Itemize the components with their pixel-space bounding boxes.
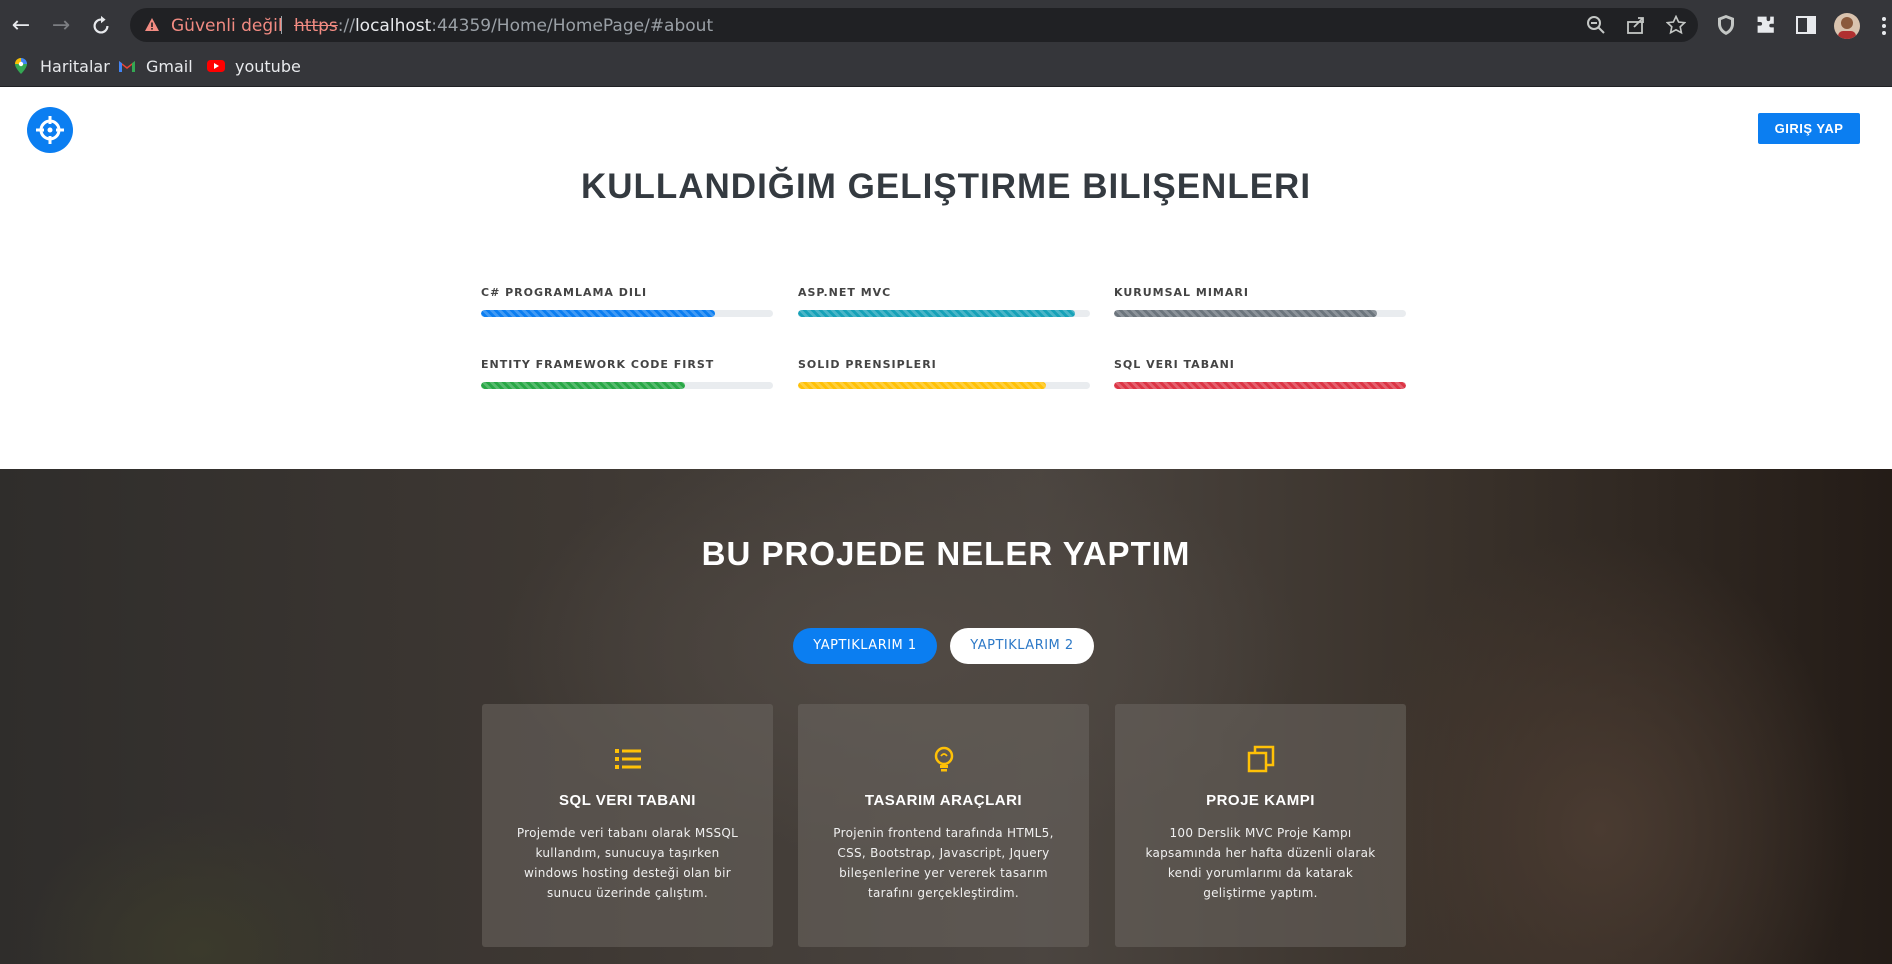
gmail-icon (119, 61, 135, 72)
project-card: TASARIM ARAÇLARI Projenin frontend taraf… (798, 704, 1089, 947)
list-icon (615, 749, 641, 769)
skill-label: C# PROGRAMLAMA DILI (481, 286, 648, 299)
bookmark-label: youtube (235, 56, 301, 76)
share-icon[interactable] (1626, 15, 1646, 35)
bookmark-haritalar[interactable]: Haritalar (12, 54, 110, 78)
skill-item: SOLID PRENSIPLERI (798, 358, 1090, 389)
bookmarks-bar: Haritalar Gmail youtube (0, 46, 1892, 86)
bookmark-label: Gmail (146, 56, 193, 76)
skill-progress-fill (1114, 310, 1377, 317)
reload-icon (93, 15, 109, 34)
skill-progress-fill (798, 310, 1076, 317)
filter-button-1[interactable]: YAPTIKLARIM 1 (793, 628, 937, 664)
crosshair-logo-icon (36, 116, 64, 144)
skill-label: ASP.NET MVC (798, 286, 892, 299)
url-separator: :// (337, 16, 355, 36)
url-host: localhost (354, 16, 432, 36)
shield-extension-icon[interactable] (1714, 13, 1738, 37)
address-bar[interactable]: Güvenli değil https://localhost:44359/Ho… (130, 8, 1698, 42)
security-label[interactable]: Güvenli değil (171, 16, 283, 36)
skill-label: KURUMSAL MIMARI (1114, 286, 1249, 299)
skills-title: KULLANDIĞIM GELIŞTIRME BILIŞENLERI (580, 167, 1312, 206)
card-title: PROJE KAMPI (1206, 792, 1315, 809)
back-button[interactable]: ← (8, 13, 34, 39)
reload-button[interactable] (88, 13, 114, 39)
bookmark-label: Haritalar (40, 56, 110, 76)
login-button[interactable]: GIRIŞ YAP (1758, 113, 1860, 144)
skill-progress-fill (481, 382, 686, 389)
profile-avatar[interactable] (1834, 13, 1860, 39)
forward-button[interactable]: → (48, 13, 74, 39)
skill-item: ENTITY FRAMEWORK CODE FIRST (481, 358, 773, 389)
skill-progress-track (481, 382, 773, 389)
side-panel-icon[interactable] (1794, 13, 1818, 37)
skill-progress-fill (798, 382, 1047, 389)
skill-progress-fill (481, 310, 715, 317)
omnibox-separator (281, 16, 282, 34)
zoom-icon[interactable] (1586, 15, 1606, 35)
url-scheme: https (294, 16, 338, 36)
maps-icon (15, 58, 27, 74)
skill-progress-track (798, 382, 1090, 389)
card-title: SQL VERI TABANI (559, 792, 696, 809)
card-text: Projenin frontend tarafında HTML5, CSS, … (833, 826, 1054, 900)
projects-title: BU PROJEDE NELER YAPTIM (701, 535, 1191, 572)
lightbulb-icon (934, 746, 954, 772)
card-text: Projemde veri tabanı olarak MSSQL kullan… (516, 826, 739, 900)
skill-label: SOLID PRENSIPLERI (798, 358, 937, 371)
skill-item: KURUMSAL MIMARI (1114, 286, 1406, 317)
skill-item: C# PROGRAMLAMA DILI (481, 286, 773, 317)
browser-menu-icon[interactable] (1878, 13, 1890, 39)
warning-icon (145, 18, 159, 31)
skill-progress-track (798, 310, 1090, 317)
filter-button-2[interactable]: YAPTIKLARIM 2 (950, 628, 1094, 664)
card-text: 100 Derslik MVC Proje Kampı kapsamında h… (1145, 826, 1376, 900)
card-title: TASARIM ARAÇLARI (864, 792, 1023, 809)
bookmark-youtube[interactable]: youtube (207, 54, 301, 78)
projects-section: BU PROJEDE NELER YAPTIM YAPTIKLARIM 1 YA… (0, 469, 1892, 964)
project-card: PROJE KAMPI 100 Derslik MVC Proje Kampı … (1115, 704, 1406, 947)
bookmark-gmail[interactable]: Gmail (118, 54, 193, 78)
web-page: GIRIŞ YAP KULLANDIĞIM GELIŞTIRME BILIŞEN… (0, 87, 1892, 964)
skill-progress-track (1114, 310, 1406, 317)
youtube-icon (207, 60, 225, 72)
skill-item: ASP.NET MVC (798, 286, 1090, 317)
site-logo[interactable] (27, 107, 73, 153)
copy-icon (1247, 745, 1275, 773)
skill-label: SQL VERI TABANI (1114, 358, 1235, 371)
skill-item: SQL VERI TABANI (1114, 358, 1406, 389)
browser-toolbar: ← → Güvenli değil https://localhost:4435… (0, 4, 1892, 46)
url-text[interactable]: https://localhost:44359/Home/HomePage/#a… (294, 16, 713, 36)
url-path: :44359/Home/HomePage/#about (431, 16, 714, 36)
avatar-icon (1838, 17, 1856, 39)
project-card: SQL VERI TABANI Projemde veri tabanı ola… (482, 704, 773, 947)
skill-progress-track (481, 310, 773, 317)
skill-label: ENTITY FRAMEWORK CODE FIRST (481, 358, 715, 371)
skill-progress-fill (1114, 382, 1406, 389)
skill-progress-track (1114, 382, 1406, 389)
bookmark-star-icon[interactable] (1666, 15, 1686, 35)
extensions-icon[interactable] (1754, 13, 1778, 37)
